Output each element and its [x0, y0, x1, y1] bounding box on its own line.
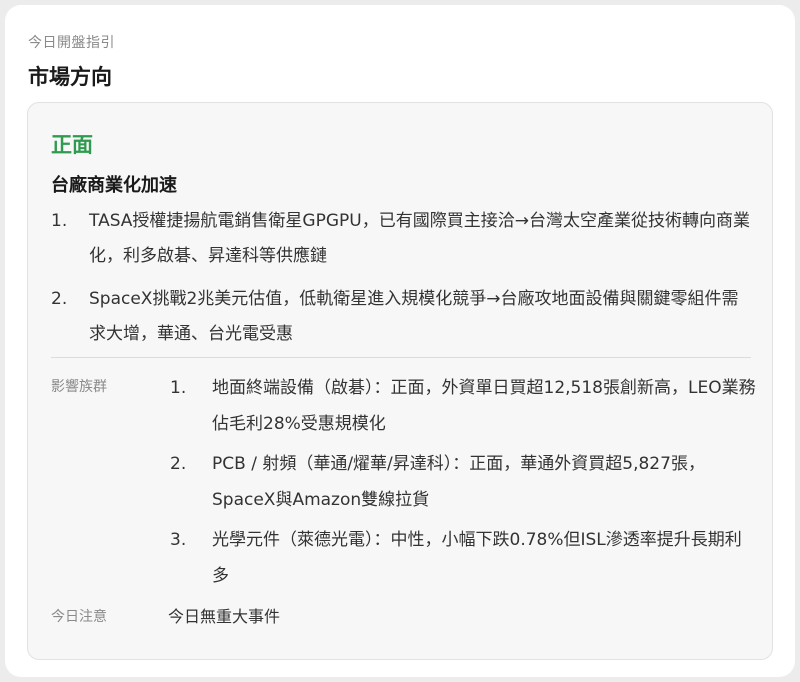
key-point-number: 2.	[51, 289, 68, 309]
card-eyebrow: 今日開盤指引	[28, 35, 115, 51]
impact-list: 1. 地面終端設備（啟碁）：正面，外資單日買超12,518張創新高，LEO業務佔…	[170, 370, 758, 598]
key-point: 1. TASA授權捷揚航電銷售衛星GPGPU，已有國際買主接洽→台灣太空產業從技…	[51, 204, 751, 274]
key-points-list: 1. TASA授權捷揚航電銷售衛星GPGPU，已有國際買主接洽→台灣太空產業從技…	[51, 204, 751, 360]
impact-item: 1. 地面終端設備（啟碁）：正面，外資單日買超12,518張創新高，LEO業務佔…	[170, 370, 758, 442]
impact-item-number: 1.	[170, 378, 187, 398]
market-guide-card: 今日開盤指引 市場方向 正面 台廠商業化加速 1. TASA授權捷揚航電銷售衛星…	[5, 5, 795, 677]
key-point-text: TASA授權捷揚航電銷售衛星GPGPU，已有國際買主接洽→台灣太空產業從技術轉向…	[89, 211, 750, 266]
headline: 台廠商業化加速	[51, 175, 177, 196]
key-point-number: 1.	[51, 211, 68, 231]
direction-panel: 正面 台廠商業化加速 1. TASA授權捷揚航電銷售衛星GPGPU，已有國際買主…	[27, 102, 773, 660]
impact-item: 2. PCB / 射頻（華通/燿華/昇達科）：正面，華通外資買超5,827張，S…	[170, 446, 758, 518]
impact-label: 影響族群	[51, 379, 107, 395]
card-title: 市場方向	[28, 65, 112, 89]
impact-item: 3. 光學元件（萊德光電）：中性，小幅下跌0.78%但ISL滲透率提升長期利多	[170, 522, 758, 594]
key-point: 2. SpaceX挑戰2兆美元估值，低軌衛星進入規模化競爭→台廠攻地面設備與關鍵…	[51, 282, 751, 352]
impact-item-number: 2.	[170, 454, 187, 474]
notice-text: 今日無重大事件	[168, 607, 281, 626]
impact-item-number: 3.	[170, 530, 187, 550]
impact-item-text: PCB / 射頻（華通/燿華/昇達科）：正面，華通外資買超5,827張，Spac…	[212, 454, 705, 510]
key-point-text: SpaceX挑戰2兆美元估值，低軌衛星進入規模化競爭→台廠攻地面設備與關鍵零組件…	[89, 289, 739, 344]
impact-item-text: 光學元件（萊德光電）：中性，小幅下跌0.78%但ISL滲透率提升長期利多	[212, 530, 742, 586]
section-divider	[51, 357, 751, 358]
impact-item-text: 地面終端設備（啟碁）：正面，外資單日買超12,518張創新高，LEO業務佔毛利2…	[212, 378, 756, 434]
notice-label: 今日注意	[51, 609, 107, 625]
sentiment-label: 正面	[51, 133, 93, 157]
